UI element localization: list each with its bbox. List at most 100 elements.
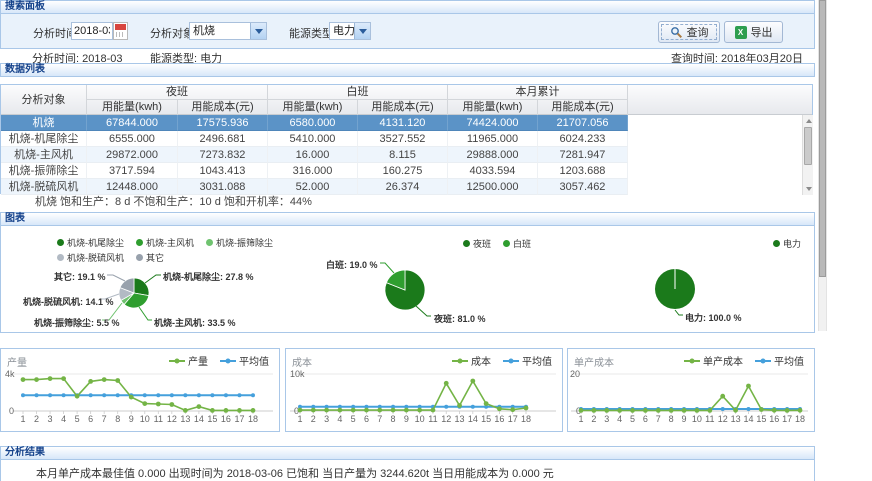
legend-label: 平均值: [522, 353, 552, 368]
table-cell: 67844.000: [87, 115, 178, 131]
legend-dot: [57, 254, 64, 261]
legend-marker-icon: [220, 357, 236, 365]
legend-item[interactable]: 机烧-主风机: [136, 236, 194, 249]
calendar-button[interactable]: [113, 22, 128, 40]
analysis-time-input[interactable]: [71, 22, 113, 40]
table-cell: 29872.000: [87, 147, 178, 163]
legend-label: 平均值: [774, 353, 804, 368]
chart-title: 产量: [7, 354, 27, 369]
table-cell: 21707.056: [538, 115, 628, 131]
analysis-object-select[interactable]: 机烧: [189, 22, 267, 40]
chevron-down-icon[interactable]: [250, 23, 266, 39]
svg-text:14: 14: [743, 414, 753, 424]
legend-dot: [136, 254, 143, 261]
legend-item[interactable]: 机烧-机尾除尘: [57, 236, 124, 249]
pie-slice[interactable]: [134, 278, 149, 296]
pie-label: 机烧-脱硫风机: 14.1 %: [23, 295, 114, 308]
table-cell: 11965.000: [448, 131, 538, 147]
energy-type-select[interactable]: 电力: [329, 22, 371, 40]
series-line: [300, 381, 526, 410]
calendar-grid-icon: [116, 32, 125, 37]
table-scrollbar-thumb[interactable]: [804, 127, 812, 165]
svg-text:11: 11: [705, 414, 714, 424]
svg-text:14: 14: [468, 414, 478, 424]
legend-dot: [503, 240, 510, 247]
table-cell: 6024.233: [538, 131, 628, 147]
table-cell: 26.374: [358, 179, 448, 195]
pie-label: 机烧-主风机: 33.5 %: [154, 316, 236, 329]
legend-label: 其它: [146, 251, 164, 264]
table-row[interactable]: 机烧-机尾除尘6555.0002496.6815410.0003527.5521…: [1, 131, 812, 147]
page: 搜索面板 分析时间 分析对象 机烧 能源类型 电力 查询 X 导出: [0, 0, 872, 481]
table-footnote: 机烧 饱和生产：8 d 不饱和生产：10 d 饱和开机率：44%: [0, 195, 815, 210]
scroll-down-icon[interactable]: [806, 187, 812, 191]
legend-item[interactable]: 夜班: [463, 237, 491, 250]
scroll-up-icon[interactable]: [806, 119, 812, 123]
svg-text:9: 9: [404, 414, 409, 424]
query-button[interactable]: 查询: [658, 21, 720, 43]
svg-text:20: 20: [570, 369, 580, 379]
svg-text:3: 3: [604, 414, 609, 424]
svg-text:18: 18: [795, 414, 805, 424]
table-cell: 8.115: [358, 147, 448, 163]
analysis-result-header: 分析结果: [0, 446, 815, 460]
svg-text:3: 3: [48, 414, 53, 424]
column-sub-header: 用能量(kwh): [87, 100, 178, 115]
pie-callout-line: [416, 306, 431, 316]
table-scrollbar[interactable]: [802, 115, 813, 195]
pie-legend: 电力: [773, 236, 813, 251]
svg-text:9: 9: [682, 414, 687, 424]
table-cell: 74424.000: [448, 115, 538, 131]
pie-legend-row: 夜班白班: [463, 236, 543, 251]
table-row[interactable]: 机烧67844.00017575.9366580.0004131.1207442…: [1, 115, 812, 131]
legend-item[interactable]: 单产成本: [684, 353, 743, 368]
svg-text:13: 13: [455, 414, 465, 424]
svg-text:2: 2: [311, 414, 316, 424]
legend-item[interactable]: 电力: [773, 237, 801, 250]
export-button[interactable]: X 导出: [724, 21, 783, 43]
svg-text:15: 15: [756, 414, 766, 424]
column-sub-header: 用能成本(元): [358, 100, 448, 115]
svg-text:2: 2: [34, 414, 39, 424]
svg-text:13: 13: [731, 414, 741, 424]
svg-text:12: 12: [441, 414, 451, 424]
legend-item[interactable]: 其它: [136, 251, 164, 264]
table-cell-filler: [628, 163, 812, 179]
legend-item[interactable]: 白班: [503, 237, 531, 250]
table-row[interactable]: 机烧-主风机29872.0007273.83216.0008.11529888.…: [1, 147, 812, 163]
table-row[interactable]: 机烧-振筛除尘3717.5941043.413316.000160.275403…: [1, 163, 812, 179]
legend-label: 机烧-振筛除尘: [216, 236, 273, 249]
table-cell: 17575.936: [178, 115, 268, 131]
legend-item[interactable]: 产量: [169, 353, 208, 368]
table-cell-filler: [628, 147, 812, 163]
legend-item[interactable]: 平均值: [503, 353, 552, 368]
legend-marker-icon: [503, 357, 519, 365]
table-cell: 2496.681: [178, 131, 268, 147]
table-row[interactable]: 机烧-脱硫风机12448.0003031.08852.00026.3741250…: [1, 179, 812, 195]
chevron-down-icon[interactable]: [354, 23, 370, 39]
svg-text:16: 16: [221, 414, 231, 424]
legend-item[interactable]: 平均值: [220, 353, 269, 368]
table-cell: 4131.120: [358, 115, 448, 131]
pie-legend-row: 电力: [773, 236, 813, 251]
legend-label: 平均值: [239, 353, 269, 368]
line-chart-panel: 12345678910111213141516171810k0成本成本平均值: [285, 348, 563, 432]
legend-label: 夜班: [473, 237, 491, 250]
column-header-object: 分析对象: [1, 85, 87, 115]
svg-text:8: 8: [391, 414, 396, 424]
svg-text:15: 15: [207, 414, 217, 424]
legend-item[interactable]: 平均值: [755, 353, 804, 368]
page-scrollbar[interactable]: [818, 0, 827, 331]
svg-text:4k: 4k: [5, 369, 15, 379]
svg-text:18: 18: [521, 414, 531, 424]
legend-item[interactable]: 机烧-脱硫风机: [57, 251, 124, 264]
excel-icon: X: [735, 26, 747, 39]
legend-item[interactable]: 机烧-振筛除尘: [206, 236, 273, 249]
data-list-header: 数据列表: [0, 63, 815, 77]
chart-legend: 成本 平均值: [440, 353, 552, 368]
triangle-glyph: [255, 29, 263, 34]
pie-label: 夜班: 81.0 %: [434, 312, 486, 325]
legend-item[interactable]: 成本: [452, 353, 491, 368]
table-cell: 机烧-振筛除尘: [1, 163, 87, 179]
page-scrollbar-thumb[interactable]: [819, 0, 826, 277]
